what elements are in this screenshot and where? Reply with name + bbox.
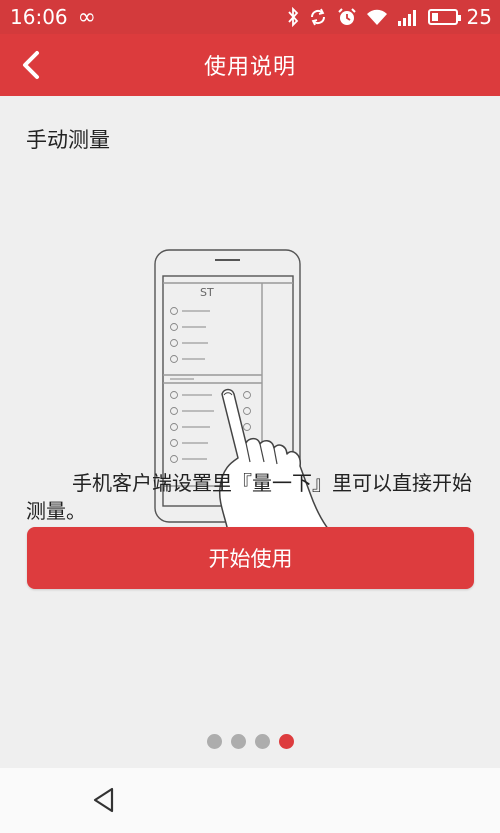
page-dot (207, 734, 222, 749)
bluetooth-icon (287, 7, 299, 27)
page-title: 使用说明 (203, 55, 296, 80)
section-title: 手动测量 (26, 128, 110, 152)
wifi-icon (366, 8, 388, 26)
page-dot-active (279, 734, 294, 749)
alarm-icon (337, 7, 357, 27)
start-button[interactable]: 开始使用 (27, 527, 474, 589)
svg-text:ST: ST (200, 286, 214, 299)
page-indicator (207, 734, 294, 749)
system-nav-bar (0, 768, 500, 833)
page-dot (231, 734, 246, 749)
instructions-content: 手动测量 ST 手机客户端设置里『量一下』里可以直接开始测量。 开始使用 (0, 96, 500, 768)
instruction-text: 手机客户端设置里『量一下』里可以直接开始测量。 (26, 471, 472, 523)
battery-level: 25 (466, 5, 492, 29)
sync-icon (308, 7, 328, 27)
back-button[interactable] (8, 42, 54, 88)
signal-icon (397, 8, 419, 26)
battery-icon (427, 9, 461, 25)
infinity-icon: ∞ (77, 4, 96, 30)
page-dot (255, 734, 270, 749)
nav-back-button[interactable] (88, 784, 120, 816)
chevron-left-icon (23, 51, 39, 79)
status-bar: 16:06 ∞ 25 (0, 0, 500, 34)
status-time: 16:06 (10, 5, 68, 29)
app-header: 使用说明 (0, 34, 500, 96)
triangle-back-icon (93, 787, 114, 813)
